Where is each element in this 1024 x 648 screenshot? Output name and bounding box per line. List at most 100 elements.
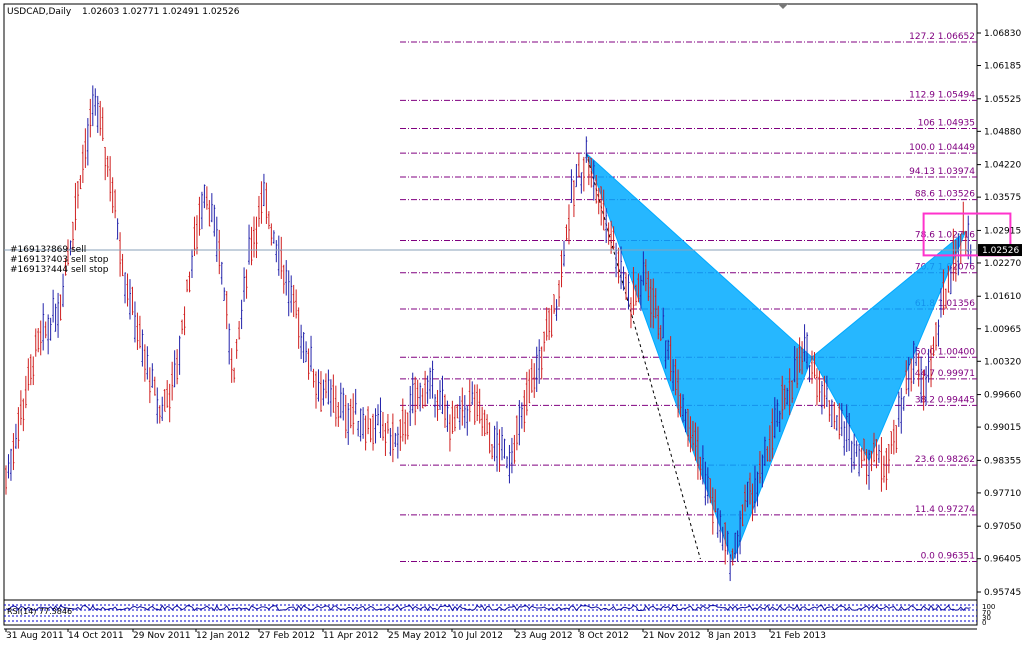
candle-bar [352, 393, 355, 435]
fib-level-label: 127.2 1.06652 [909, 32, 975, 42]
candle-bar [5, 465, 7, 495]
candle-bar [456, 404, 459, 419]
candle-bar [297, 307, 300, 349]
candle-bar [369, 418, 372, 443]
candle-bar [235, 339, 238, 359]
chart-shift-marker-icon[interactable] [778, 4, 788, 9]
candle-bar [501, 427, 503, 461]
candle-bar [466, 405, 469, 436]
candle-bar [424, 370, 427, 407]
chart-overlays: 1.02526 [4, 212, 1022, 257]
candle-bar [354, 388, 357, 415]
candle-bar [463, 395, 466, 429]
candle-bar [250, 226, 253, 266]
candle-bar [381, 411, 384, 441]
candle-bar [188, 271, 191, 293]
candle-bar [218, 229, 221, 275]
candle-bar [429, 367, 432, 399]
candle-bar [300, 324, 303, 360]
candle-bar [473, 384, 476, 425]
candle-bar [476, 384, 479, 421]
candle-bar [295, 289, 298, 319]
candle-bar [520, 402, 523, 429]
candle-bar [478, 388, 481, 424]
fib-level-label: 106 1.04935 [918, 119, 975, 129]
candle-bar [491, 444, 494, 460]
candle-bar [228, 323, 231, 365]
candle-bar [379, 397, 382, 438]
candle-bar [14, 423, 17, 449]
candle-bar [550, 304, 553, 338]
order-label-1[interactable]: #16913?869 sell [10, 245, 86, 255]
candle-bar [76, 181, 79, 209]
plot-border [3, 3, 978, 626]
candle-bar [453, 405, 456, 432]
candle-bar [486, 414, 489, 435]
y-tick-label: 1.05525 [984, 95, 1021, 105]
chart-area[interactable]: 127.2 1.06652 112.9 1.05494 106 1.04935 100… [0, 0, 1024, 648]
candle-bar [42, 303, 45, 351]
candle-bar [935, 321, 937, 351]
candle-bar [820, 380, 823, 415]
candle-bar [843, 421, 846, 456]
candle-bar [523, 390, 526, 433]
candle-bar [530, 358, 533, 393]
order-label-2[interactable]: #16913?403 sell stop [10, 255, 109, 265]
candle-bar [443, 394, 446, 428]
x-tick-label: 31 Aug 2011 [6, 631, 64, 641]
candle-bar [850, 440, 853, 473]
order-label-3[interactable]: #16913?444 sell stop [10, 265, 109, 275]
candle-bar [230, 348, 233, 383]
candle-bar [275, 240, 278, 263]
candle-bar [858, 443, 861, 477]
candle-bar [173, 350, 176, 388]
candle-bar [121, 253, 124, 277]
candle-bar [808, 365, 811, 383]
x-tick-label: 23 Aug 2012 [515, 631, 573, 641]
candle-bar [223, 287, 226, 301]
y-tick-label: 1.04880 [984, 127, 1021, 137]
candle-bar [513, 434, 516, 464]
candle-bar [317, 369, 320, 402]
candle-bar [257, 195, 260, 227]
candle-bar [394, 432, 397, 448]
candle-bar [124, 272, 127, 304]
x-tick-label: 12 Jan 2012 [196, 631, 250, 641]
candle-bar [290, 275, 293, 313]
candle-bar [39, 320, 42, 356]
current-price-tag-label: 1.02526 [982, 246, 1019, 256]
candle-bar [305, 341, 308, 363]
candle-bar [386, 413, 389, 434]
candle-bar [895, 425, 898, 453]
candle-bar [54, 303, 57, 332]
candle-bar [195, 215, 198, 255]
candle-bar [272, 230, 275, 244]
candle-bar [329, 379, 332, 417]
candle-bar [176, 349, 179, 385]
candle-bar [59, 294, 62, 321]
candle-bar [880, 437, 883, 492]
candle-bar [404, 409, 407, 445]
candle-bar [553, 294, 556, 314]
candle-bar [151, 363, 154, 388]
y-tick-label: 0.97710 [984, 489, 1021, 499]
candle-bar [406, 412, 409, 440]
candle-bar [109, 156, 112, 202]
candle-bar [389, 427, 392, 456]
candle-bar [575, 164, 578, 188]
candle-bar [324, 373, 327, 399]
candle-bar [186, 279, 189, 293]
candle-bar [126, 273, 129, 307]
candle-bar [451, 400, 454, 434]
candle-bar [47, 314, 50, 355]
candle-bar [111, 177, 114, 214]
candle-bar [582, 156, 585, 192]
ohlc-readout: 1.02603 1.02771 1.02491 1.02526 [82, 7, 240, 17]
candle-bar [171, 361, 174, 401]
candle-bar [835, 415, 838, 431]
candle-bar [510, 437, 513, 474]
candle-bar [367, 406, 370, 435]
candle-bar [91, 85, 94, 127]
candle-bar [319, 371, 322, 412]
pattern-triangle [811, 230, 967, 462]
